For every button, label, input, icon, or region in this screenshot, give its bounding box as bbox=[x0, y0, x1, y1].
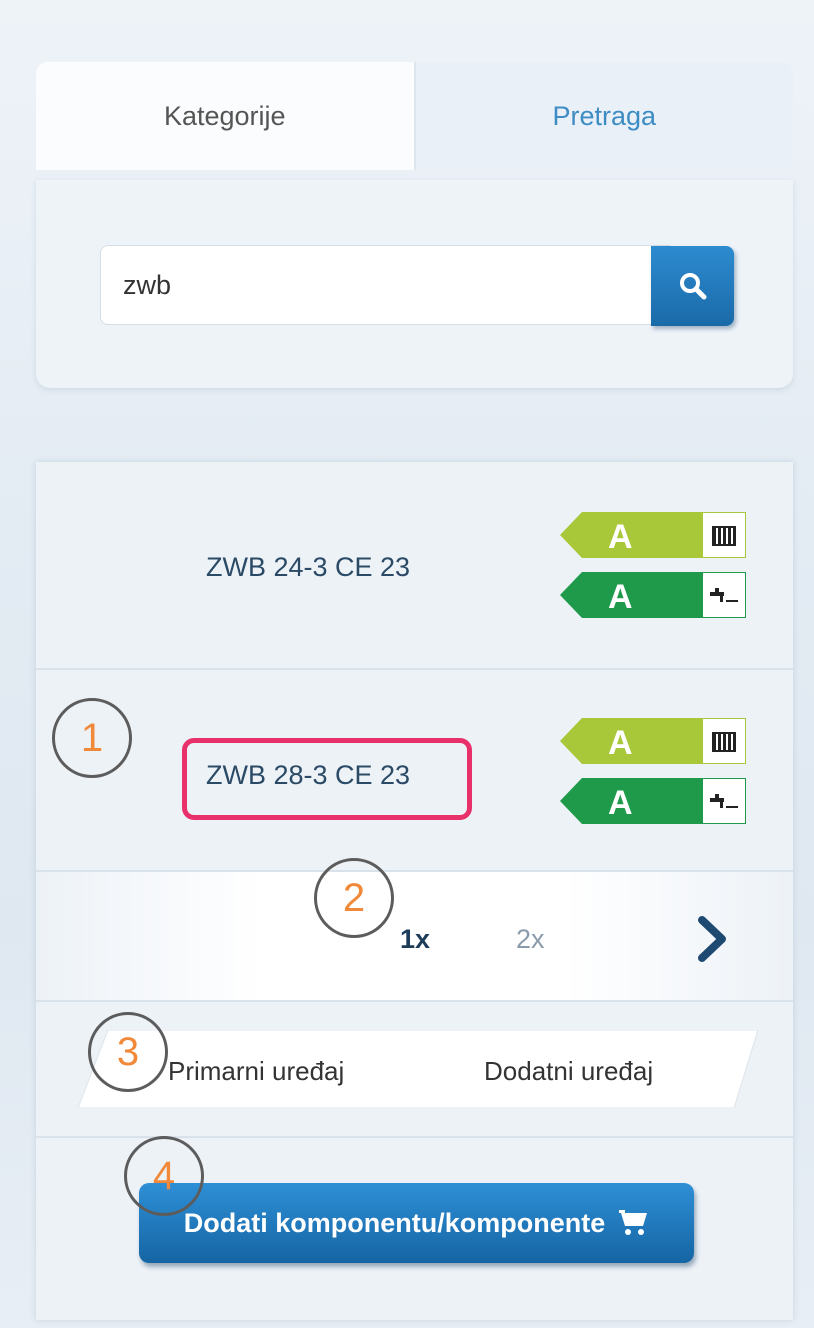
energy-class-letter: A bbox=[608, 518, 633, 556]
callout-number: 4 bbox=[152, 1153, 176, 1198]
tab-label: Kategorije bbox=[163, 100, 286, 131]
energy-label-heating: A bbox=[560, 718, 746, 764]
result-item[interactable] bbox=[36, 462, 793, 668]
radiator-icon bbox=[712, 526, 736, 546]
callout-1: 1 bbox=[52, 698, 132, 778]
tab-label: Pretraga bbox=[552, 100, 657, 131]
cart-icon bbox=[619, 1210, 648, 1235]
callout-number: 1 bbox=[80, 715, 104, 760]
energy-class-letter: A bbox=[608, 784, 633, 822]
search-input[interactable]: zwb bbox=[100, 245, 670, 325]
search-input-value: zwb bbox=[123, 269, 172, 300]
tab-pretraga[interactable]: Pretraga bbox=[413, 62, 793, 170]
energy-label-water: A bbox=[560, 778, 746, 824]
chevron-right-icon[interactable] bbox=[692, 914, 732, 964]
energy-label-heating: A bbox=[560, 512, 746, 558]
tab-bar: Kategorije Pretraga bbox=[36, 62, 793, 170]
energy-label-water: A bbox=[560, 572, 746, 618]
radiator-icon bbox=[712, 732, 736, 752]
page-1x[interactable]: 1x bbox=[400, 924, 430, 955]
result-name: ZWB 24-3 CE 23 bbox=[206, 552, 411, 582]
device-option-additional[interactable]: Dodatni uređaj bbox=[484, 1056, 653, 1087]
add-button-label: Dodati komponentu/komponente bbox=[183, 1207, 606, 1238]
search-icon bbox=[679, 273, 706, 300]
callout-number: 2 bbox=[342, 875, 366, 920]
highlight-box bbox=[182, 738, 472, 820]
callout-2: 2 bbox=[314, 858, 394, 938]
divider bbox=[36, 1000, 793, 1002]
page-2x[interactable]: 2x bbox=[516, 924, 545, 955]
callout-4: 4 bbox=[124, 1136, 204, 1216]
search-button[interactable] bbox=[651, 246, 734, 326]
callout-number: 3 bbox=[116, 1029, 140, 1074]
energy-class-letter: A bbox=[608, 578, 633, 616]
callout-3: 3 bbox=[88, 1012, 168, 1092]
energy-class-letter: A bbox=[608, 724, 633, 762]
tab-kategorije[interactable]: Kategorije bbox=[36, 62, 414, 170]
device-option-primary[interactable]: Primarni uređaj bbox=[168, 1056, 344, 1087]
add-components-button[interactable]: Dodati komponentu/komponente bbox=[139, 1183, 694, 1263]
